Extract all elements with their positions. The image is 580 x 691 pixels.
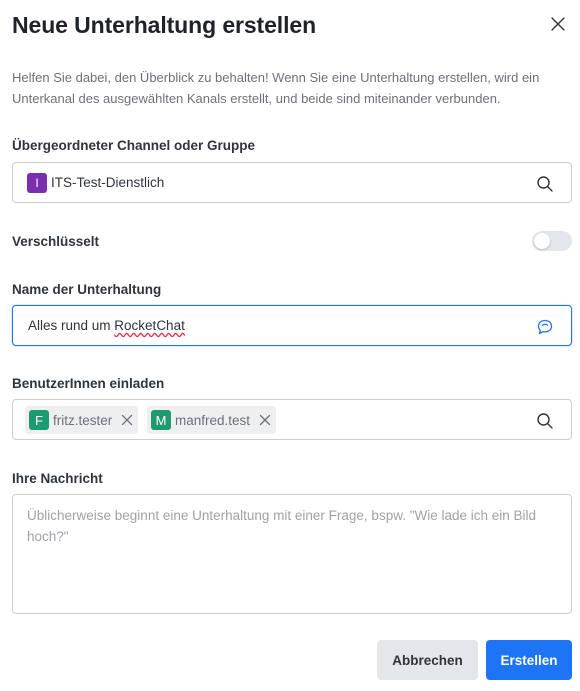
user-avatar: M — [151, 410, 171, 430]
message-label: Ihre Nachricht — [12, 471, 103, 486]
create-discussion-modal: Neue Unterhaltung erstellen Helfen Sie d… — [0, 0, 580, 691]
close-icon — [551, 17, 565, 31]
message-textarea[interactable] — [12, 494, 572, 614]
toggle-knob — [534, 233, 550, 249]
modal-description: Helfen Sie dabei, den Überblick zu behal… — [12, 70, 540, 106]
discussion-name-label: Name der Unterhaltung — [12, 282, 162, 297]
create-button[interactable]: Erstellen — [486, 640, 572, 680]
search-icon[interactable] — [536, 412, 554, 430]
modal-title: Neue Unterhaltung erstellen — [12, 12, 317, 38]
user-chip[interactable]: F fritz.tester — [25, 406, 139, 434]
discussion-icon — [537, 319, 553, 335]
name-value-prefix: Alles rund um — [28, 318, 115, 333]
invite-users-field[interactable]: F fritz.tester M manfred.test — [12, 399, 572, 440]
remove-user-button[interactable] — [258, 413, 272, 427]
misspelled-word: RocketChat — [114, 318, 185, 333]
room-avatar: I — [27, 173, 47, 193]
parent-channel-field[interactable]: I ITS-Test-Dienstlich — [12, 162, 572, 203]
user-chip-label: fritz.tester — [53, 412, 113, 428]
discussion-name-value: Alles rund um RocketChat — [28, 318, 185, 333]
parent-channel-value: ITS-Test-Dienstlich — [51, 175, 165, 190]
discussion-name-input[interactable]: Alles rund um RocketChat — [12, 305, 572, 346]
search-icon[interactable] — [536, 175, 554, 193]
close-icon — [122, 414, 133, 426]
invite-users-label: BenutzerInnen einladen — [12, 376, 165, 391]
close-icon — [259, 414, 271, 426]
encrypted-toggle[interactable] — [532, 231, 572, 251]
user-chip-label: manfred.test — [175, 412, 251, 428]
encrypted-label: Verschlüsselt — [12, 234, 100, 249]
close-button[interactable] — [544, 10, 572, 38]
user-avatar: F — [29, 410, 49, 430]
user-chip[interactable]: M manfred.test — [147, 406, 277, 434]
cancel-button[interactable]: Abbrechen — [377, 640, 478, 680]
remove-user-button[interactable] — [120, 413, 134, 427]
parent-channel-label: Übergeordneter Channel oder Gruppe — [12, 138, 256, 153]
